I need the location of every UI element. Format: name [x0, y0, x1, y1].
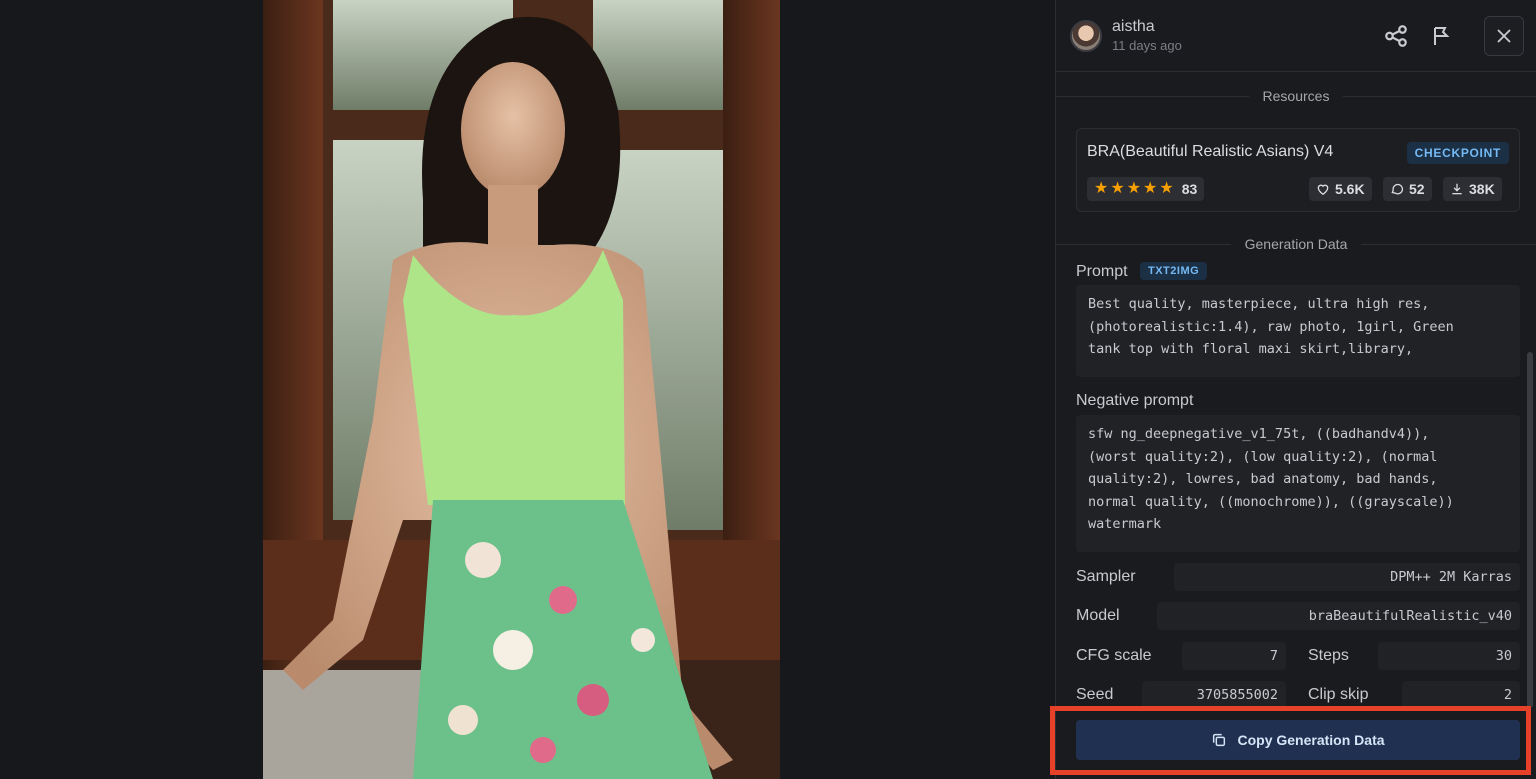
prompt-text[interactable]: Best quality, masterpiece, ultra high re… — [1076, 285, 1520, 377]
star-icon: ★ — [1110, 180, 1125, 197]
seed-value[interactable]: 3705855002 — [1142, 681, 1286, 709]
seed-label: Seed — [1076, 686, 1114, 703]
prompt-type-badge: TXT2IMG — [1140, 262, 1208, 280]
username[interactable]: aistha — [1112, 18, 1182, 36]
highlight-box — [1050, 706, 1531, 775]
download-icon — [1452, 183, 1462, 195]
star-icon: ★ — [1159, 180, 1174, 197]
flag-icon[interactable] — [1428, 22, 1456, 50]
comments-badge: 52 — [1383, 177, 1432, 201]
image-viewer — [0, 0, 1055, 779]
star-icon: ★ — [1143, 180, 1158, 197]
sampler-value[interactable]: DPM++ 2M Karras — [1174, 563, 1520, 591]
steps-label: Steps — [1308, 647, 1349, 664]
close-icon — [1497, 29, 1511, 43]
resource-card[interactable]: BRA(Beautiful Realistic Asians) V4 CHECK… — [1076, 128, 1520, 212]
steps-value[interactable]: 30 — [1378, 642, 1520, 670]
generated-image[interactable] — [263, 0, 780, 779]
model-label: Model — [1076, 607, 1120, 624]
star-icon: ★ — [1126, 180, 1142, 197]
downloads-count: 38K — [1469, 181, 1495, 197]
close-button[interactable] — [1484, 16, 1524, 56]
rating-badge: ★ ★ ★ ★ ★ 83 — [1087, 177, 1205, 201]
resource-type-badge: CHECKPOINT — [1406, 142, 1509, 164]
panel-header: aistha 11 days ago — [1056, 0, 1536, 72]
sampler-label: Sampler — [1076, 568, 1136, 585]
model-value[interactable]: braBeautifulRealistic_v40 — [1157, 602, 1520, 630]
image-details-panel: aistha 11 days ago Resources BRA(Beautif… — [1055, 0, 1536, 779]
clip-skip-value[interactable]: 2 — [1402, 681, 1520, 709]
prompt-label: Prompt — [1076, 263, 1128, 280]
likes-count: 5.6K — [1335, 181, 1365, 197]
cfg-scale-value[interactable]: 7 — [1182, 642, 1286, 670]
heart-icon — [1317, 184, 1329, 196]
clip-skip-label: Clip skip — [1308, 686, 1369, 703]
downloads-badge: 38K — [1443, 177, 1502, 201]
post-time: 11 days ago — [1112, 38, 1182, 53]
negative-prompt-label: Negative prompt — [1076, 392, 1194, 409]
comment-icon — [1391, 183, 1404, 195]
cfg-scale-label: CFG scale — [1076, 647, 1152, 664]
generation-data-heading: Generation Data — [1056, 236, 1536, 252]
negative-prompt-text[interactable]: sfw ng_deepnegative_v1_75t, ((badhandv4)… — [1076, 415, 1520, 552]
star-icon: ★ — [1094, 180, 1109, 197]
avatar[interactable] — [1070, 19, 1102, 52]
panel-scrollbar[interactable] — [1527, 352, 1533, 708]
likes-badge: 5.6K — [1309, 177, 1372, 201]
share-icon[interactable] — [1382, 22, 1410, 50]
resources-heading: Resources — [1056, 88, 1536, 104]
comments-count: 52 — [1409, 181, 1425, 197]
rating-count: 83 — [1181, 181, 1198, 197]
